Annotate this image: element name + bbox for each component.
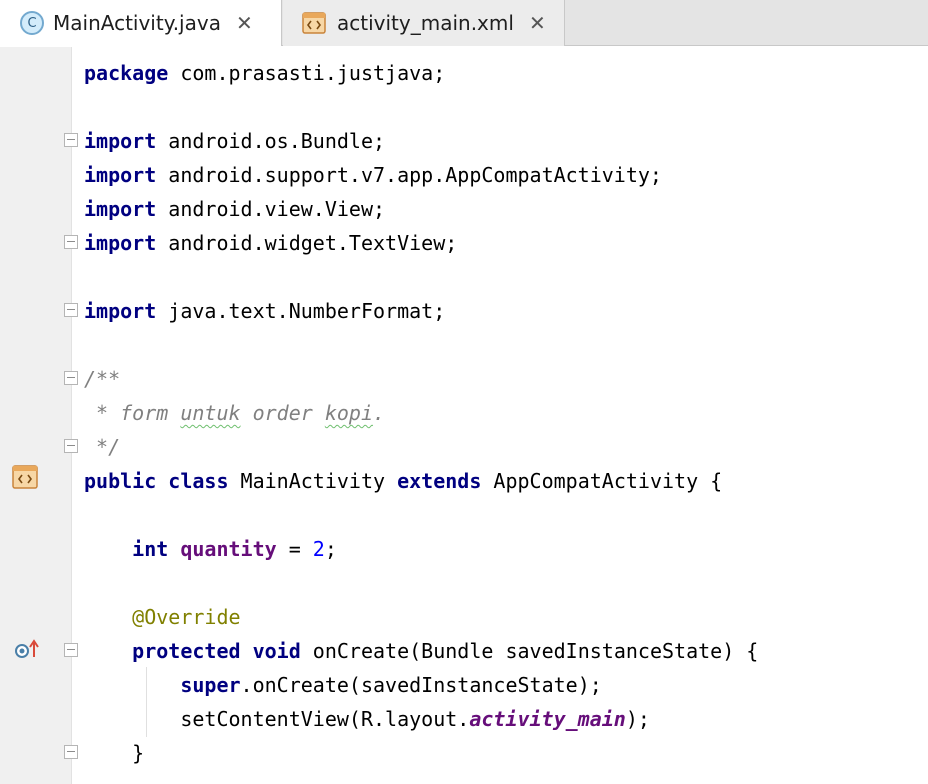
close-icon[interactable]: ✕ (529, 11, 546, 35)
code-line-field: int quantity = 2; (132, 537, 337, 561)
override-method-icon[interactable] (14, 637, 40, 666)
close-icon[interactable]: ✕ (236, 11, 253, 35)
code-line-set-content: setContentView(R.layout.activity_main); (180, 707, 650, 731)
code-lines: package com.prasasti.justjava; import an… (72, 47, 928, 784)
editor-tab-bar: C MainActivity.java ✕ activity_main.xml … (0, 0, 928, 46)
code-line-annotation: @Override (132, 605, 241, 629)
tab-label: MainActivity.java (53, 11, 221, 35)
editor-gutter (0, 47, 72, 784)
code-line-import: import android.support.v7.app.AppCompatA… (84, 163, 662, 187)
spelling-warning: kopi (324, 401, 374, 425)
tab-activity-main-xml[interactable]: activity_main.xml ✕ (283, 0, 565, 46)
code-line-doc-body: * form untuk order kopi. (84, 401, 386, 425)
code-editor[interactable]: package com.prasasti.justjava; import an… (0, 47, 928, 784)
code-line-class-decl: public class MainActivity extends AppCom… (84, 469, 723, 493)
code-line-doc-open: /** (84, 367, 121, 391)
code-line-super-call: super.onCreate(savedInstanceState); (180, 673, 602, 697)
code-line-close-brace: } (132, 741, 145, 765)
spelling-warning: untuk (180, 401, 241, 425)
code-line-import: import android.os.Bundle; (84, 129, 386, 153)
xml-layout-icon (301, 11, 327, 35)
code-line-import: import android.view.View; (84, 197, 386, 221)
java-class-icon: C (20, 11, 44, 35)
tab-label: activity_main.xml (337, 11, 514, 35)
code-line-import: import android.widget.TextView; (84, 231, 458, 255)
related-layout-icon[interactable] (12, 465, 38, 494)
code-line-package: package com.prasasti.justjava; (84, 61, 446, 85)
tab-main-activity-java[interactable]: C MainActivity.java ✕ (0, 0, 282, 46)
code-line-method-decl: protected void onCreate(Bundle savedInst… (132, 639, 759, 663)
code-line-import: import java.text.NumberFormat; (84, 299, 446, 323)
code-line-doc-close: */ (84, 435, 121, 459)
